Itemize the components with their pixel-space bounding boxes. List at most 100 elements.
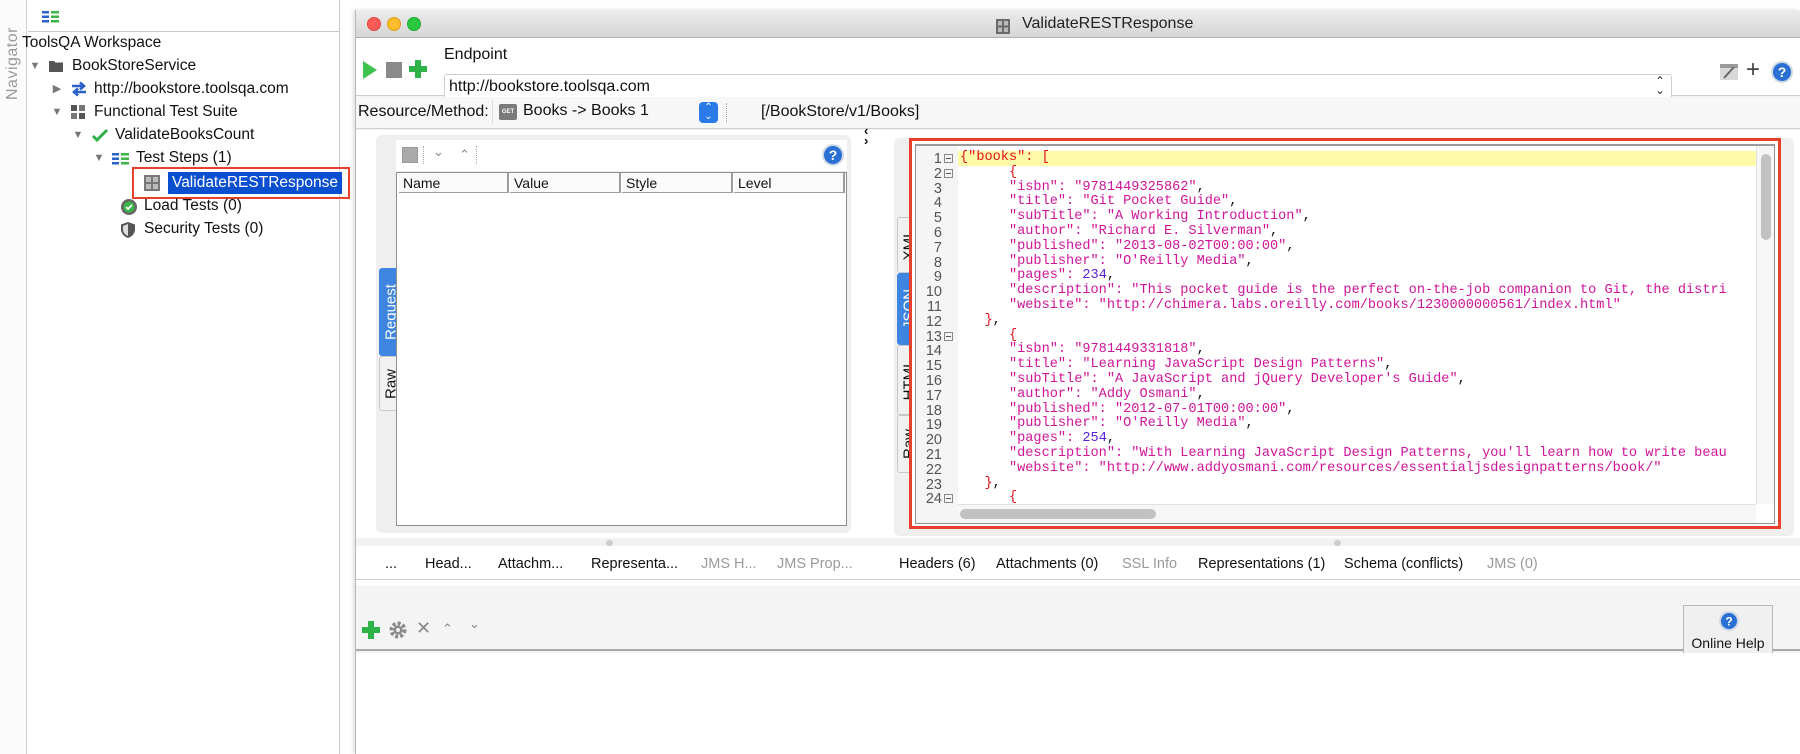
line-number: 1 [933, 151, 942, 167]
expand-down-icon[interactable]: ▼ [28, 55, 42, 77]
test-steps-icon [112, 150, 130, 166]
code-line: }, [960, 475, 1001, 491]
tree-item-functional-test-suite[interactable]: ▼ Functional Test Suite [50, 101, 238, 123]
code-line: "author": "Richard E. Silverman", [960, 224, 1279, 239]
line-number: 20 [925, 432, 942, 449]
code-line: "pages": 234, [960, 268, 1116, 284]
expand-right-icon[interactable]: ▶ [50, 78, 64, 100]
params-help-button[interactable]: ? [821, 143, 845, 171]
endpoint-dropdown-icon[interactable]: ⌃ ⌄ [1655, 75, 1665, 96]
line-number: 17 [925, 387, 942, 404]
tree-item-load-tests[interactable]: Load Tests (0) [120, 195, 242, 217]
expand-down-icon[interactable]: ▼ [92, 147, 106, 169]
svg-text:?: ? [1778, 64, 1787, 80]
maximize-window-button[interactable] [407, 17, 421, 31]
line-number: 9 [933, 269, 942, 286]
move-assertion-down-icon[interactable]: ⌄ [469, 616, 480, 632]
line-number: 2 [933, 165, 942, 182]
column-header-style[interactable]: Style [622, 173, 733, 193]
endpoint-bar: Endpoint http://bookstore.toolsqa.com ⌃ ⌄… [356, 38, 1800, 99]
move-down-icon[interactable]: ⌄ [433, 144, 444, 160]
stop-button[interactable] [386, 62, 402, 78]
resource-method-select[interactable]: GET Books -> Books 1 ⌃ ⌄ [492, 100, 718, 124]
navigator-strip[interactable]: Navigator [0, 0, 27, 754]
online-help-label: Online Help [1691, 635, 1765, 651]
add-endpoint-button[interactable]: + [1746, 58, 1760, 82]
endpoint-arrows-icon [70, 81, 88, 97]
resource-dropdown-icon[interactable]: ⌃ ⌄ [699, 102, 718, 123]
splitter-toggle-icon[interactable]: ‹ › [864, 124, 868, 147]
tree-item-test-steps[interactable]: ▼ Test Steps (1) [92, 147, 232, 169]
tree-view-toggle-icon[interactable] [42, 10, 59, 23]
tree-item-bookstoreservice[interactable]: ▼ BookStoreService [28, 55, 197, 77]
code-line: "publisher": "O'Reilly Media", [960, 253, 1254, 269]
tree-workspace[interactable]: ToolsQA Workspace [22, 32, 161, 54]
vertical-scrollbar[interactable] [1756, 146, 1774, 504]
request-tab-representations[interactable]: Representa... [591, 552, 678, 576]
window-titlebar[interactable]: ValidateRESTResponse [356, 10, 1800, 38]
fold-toggle-icon[interactable] [944, 331, 953, 341]
remove-assertion-icon[interactable]: ✕ [416, 618, 431, 639]
assertions-list[interactable] [356, 653, 1800, 754]
horizontal-scrollbar[interactable] [958, 504, 1756, 523]
code-line: "publisher": "O'Reilly Media", [960, 416, 1254, 432]
configure-assertion-button[interactable] [389, 621, 407, 643]
code-line: "subTitle": "A Working Introduction", [960, 209, 1311, 225]
request-tab-attachments[interactable]: Attachm... [498, 552, 563, 576]
endpoint-edit-button[interactable] [1720, 64, 1738, 84]
line-number: 10 [925, 284, 942, 301]
response-tab-schema[interactable]: Schema (conflicts) [1344, 552, 1463, 576]
workspace-label: ToolsQA Workspace [22, 34, 162, 51]
tree-item-label: Security Tests (0) [144, 220, 264, 237]
move-assertion-up-icon[interactable]: ⌃ [442, 621, 453, 637]
column-header-value[interactable]: Value [510, 173, 621, 193]
expand-down-icon[interactable]: ▼ [50, 101, 64, 123]
endpoint-input[interactable]: http://bookstore.toolsqa.com ⌃ ⌄ [444, 74, 1672, 99]
response-tab-attachments[interactable]: Attachments (0) [996, 552, 1098, 576]
request-bottom-tabs: ... Head... Attachm... Representa... JMS… [356, 552, 876, 580]
code-line: { [960, 164, 1018, 180]
tree-item-endpoint[interactable]: ▶ http://bookstore.toolsqa.com [50, 78, 289, 100]
edit-endpoint-icon [1720, 64, 1738, 80]
response-tab-headers[interactable]: Headers (6) [899, 552, 976, 576]
column-header-level[interactable]: Level [734, 173, 845, 193]
request-tab-more[interactable]: ... [385, 552, 397, 576]
add-assertion-button[interactable] [362, 621, 380, 643]
close-window-button[interactable] [367, 17, 381, 31]
bottom-tabs-area: ... Head... Attachm... Representa... JMS… [356, 546, 1800, 586]
line-number: 21 [925, 447, 942, 463]
line-number: 18 [925, 402, 942, 419]
fold-toggle-icon[interactable] [944, 494, 953, 504]
run-button[interactable] [362, 60, 378, 84]
selected-item-label: ValidateRESTResponse [168, 172, 342, 194]
svg-text:?: ? [1725, 615, 1732, 629]
tree-item-security-tests[interactable]: Security Tests (0) [120, 218, 263, 240]
tree-item-validatebookscount[interactable]: ▼ ValidateBooksCount [71, 124, 255, 146]
window-title: ValidateRESTResponse [996, 10, 1193, 38]
tree-item-label: Load Tests (0) [144, 197, 242, 214]
help-icon: ? [1771, 61, 1793, 83]
online-help-button[interactable]: ? Online Help [1683, 605, 1773, 655]
add-button[interactable] [408, 59, 428, 83]
json-editor[interactable]: 1 {"books": [2 {3 "isbn": "9781449325862"… [915, 144, 1775, 524]
refresh-params-icon[interactable] [402, 147, 418, 163]
horizontal-scrollbar-thumb[interactable] [960, 509, 1156, 519]
plus-icon [409, 60, 427, 78]
response-tab-representations[interactable]: Representations (1) [1198, 552, 1325, 576]
minimize-window-button[interactable] [387, 17, 401, 31]
vertical-scrollbar-thumb[interactable] [1761, 154, 1771, 240]
column-header-name[interactable]: Name [399, 173, 509, 193]
play-icon [363, 61, 377, 79]
resource-method-label: Resource/Method: [358, 103, 489, 120]
help-button[interactable]: ? [1770, 60, 1794, 88]
line-number: 6 [933, 225, 942, 241]
fold-toggle-icon[interactable] [944, 168, 953, 178]
params-table[interactable]: Name Value Style Level [396, 172, 847, 526]
code-line: "isbn": "9781449325862", [960, 179, 1205, 195]
move-up-icon[interactable]: ⌃ [459, 147, 470, 163]
endpoint-label: Endpoint [444, 46, 508, 63]
expand-down-icon[interactable]: ▼ [71, 124, 85, 146]
request-tab-headers[interactable]: Head... [425, 552, 472, 576]
code-line: "author": "Addy Osmani", [960, 386, 1205, 402]
fold-toggle-icon[interactable] [944, 154, 953, 163]
